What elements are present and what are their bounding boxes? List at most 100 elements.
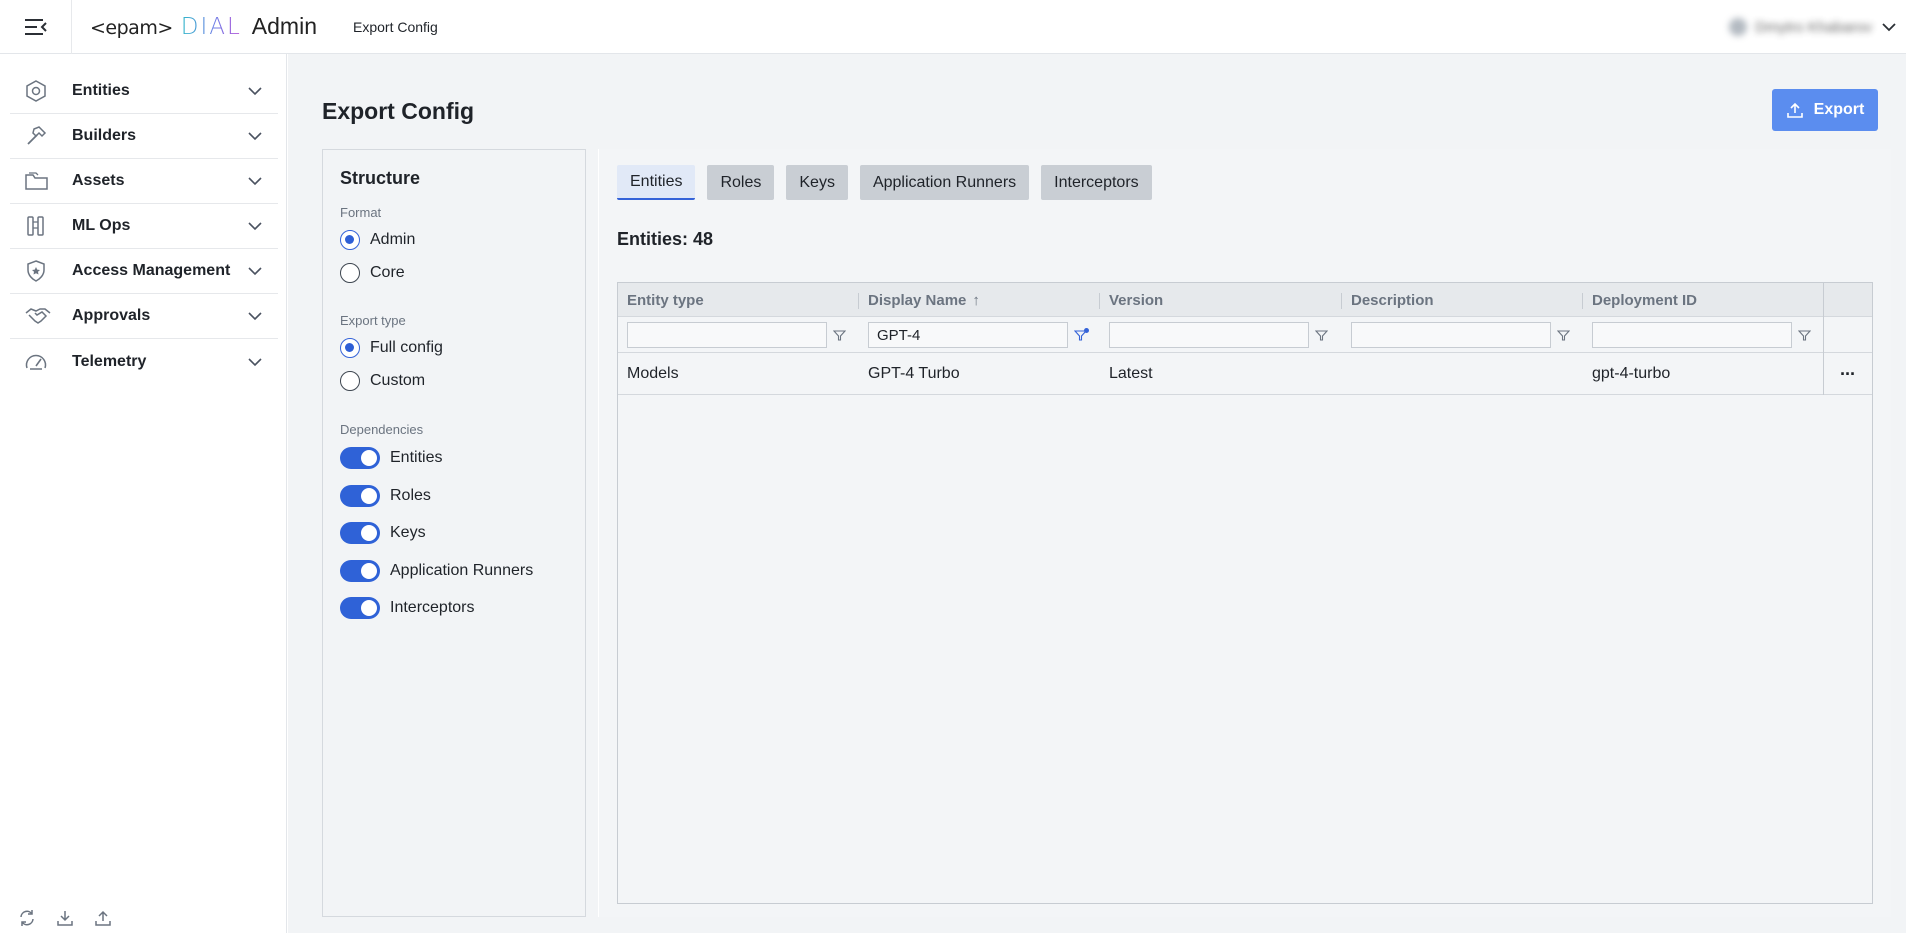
filter-description	[1351, 321, 1570, 349]
tab-application-runners[interactable]: Application Runners	[859, 165, 1030, 200]
export-type-label: Export type	[340, 313, 406, 328]
sidebar-item-label: Entities	[72, 82, 130, 99]
format-radio-admin[interactable]: Admin	[340, 230, 415, 250]
tab-bar: Entities Roles Keys Application Runners …	[617, 165, 1152, 200]
tab-roles[interactable]: Roles	[707, 165, 775, 200]
filter-button[interactable]	[833, 329, 846, 342]
sidebar-item-label: Builders	[72, 127, 137, 144]
cell-description	[1342, 353, 1351, 395]
column-header-deployment-id[interactable]: Deployment ID	[1583, 283, 1823, 317]
sidebar-item-label: Telemetry	[72, 352, 147, 370]
download-button[interactable]	[56, 909, 74, 927]
column-header-entity-type[interactable]: Entity type	[618, 283, 858, 317]
menu-collapse-icon	[24, 18, 47, 35]
chevron-down-icon	[248, 357, 262, 367]
tab-keys[interactable]: Keys	[786, 165, 848, 200]
filter-icon	[1315, 329, 1328, 341]
cell-display-name: GPT-4 Turbo	[868, 365, 960, 382]
logo-admin: Admin	[251, 13, 317, 39]
sidebar-footer	[18, 909, 112, 927]
upload-button[interactable]	[94, 909, 112, 927]
filter-button[interactable]	[1798, 329, 1811, 342]
user-menu-chevron[interactable]	[1882, 22, 1896, 32]
sidebar-item-access-management[interactable]: Access Management	[10, 249, 278, 294]
handshake-icon	[24, 305, 60, 327]
toggle-label: Entities	[390, 449, 443, 466]
chevron-down-icon	[248, 311, 262, 321]
tab-entities[interactable]: Entities	[617, 165, 696, 200]
sidebar-item-telemetry[interactable]: Telemetry	[10, 339, 278, 384]
radio-unchecked[interactable]	[340, 263, 360, 283]
sidebar-item-label: Access Management	[72, 262, 231, 279]
format-radio-core[interactable]: Core	[340, 263, 405, 283]
column-header-description[interactable]: Description	[1342, 283, 1582, 317]
toggle-label: Application Runners	[390, 562, 534, 579]
export-button[interactable]: Export	[1772, 89, 1878, 131]
dependency-toggle-entities[interactable]: Entities	[340, 447, 442, 469]
radio-label: Custom	[370, 372, 426, 389]
filter-button[interactable]	[1557, 329, 1570, 342]
radio-unchecked[interactable]	[340, 371, 360, 391]
refresh-button[interactable]	[18, 909, 36, 927]
menu-collapse-button[interactable]	[0, 0, 72, 54]
sidebar-item-entities[interactable]: Entities	[10, 69, 278, 114]
filter-active-button[interactable]	[1074, 327, 1089, 342]
column-title: Description	[1351, 291, 1434, 309]
app-logo[interactable]: <epam> DIAL Admin	[90, 13, 317, 40]
column-title: Version	[1109, 291, 1164, 309]
filter-deployment-id	[1592, 321, 1811, 349]
dependency-toggle-application-runners[interactable]: Application Runners	[340, 560, 533, 582]
gauge-icon	[24, 351, 60, 373]
toggle-switch[interactable]	[340, 447, 380, 469]
tab-interceptors[interactable]: Interceptors	[1041, 165, 1152, 200]
main-content: Export Config Export Structure Format Ad…	[288, 54, 1906, 933]
toggle-switch[interactable]	[340, 597, 380, 619]
page-title: Export Config	[322, 98, 475, 124]
export-type-radio-full[interactable]: Full config	[340, 338, 443, 358]
export-button-label: Export	[1813, 101, 1865, 118]
shield-icon	[24, 259, 60, 283]
sidebar-item-ml-ops[interactable]: ML Ops	[10, 204, 278, 249]
radio-label: Admin	[370, 231, 416, 248]
toggle-switch[interactable]	[340, 522, 380, 544]
filter-active-dot	[1084, 327, 1089, 333]
dependency-toggle-interceptors[interactable]: Interceptors	[340, 597, 474, 619]
grid-filter-row	[618, 317, 1872, 353]
filter-input[interactable]	[627, 322, 827, 348]
sidebar-item-builders[interactable]: Builders	[10, 114, 278, 159]
filter-input[interactable]	[868, 322, 1068, 348]
user-info: Dmytro Khabarov	[1729, 18, 1872, 36]
hammer-icon	[24, 124, 60, 148]
filter-input[interactable]	[1592, 322, 1792, 348]
column-title: Entity type	[627, 291, 704, 309]
filter-input[interactable]	[1109, 322, 1309, 348]
column-header-version[interactable]: Version	[1100, 283, 1340, 317]
sidebar-item-approvals[interactable]: Approvals	[10, 294, 278, 339]
row-actions-button[interactable]: ···	[1823, 353, 1872, 395]
structure-panel: Structure Format Admin Core Export type …	[322, 149, 586, 917]
filter-input[interactable]	[1351, 322, 1551, 348]
user-name: Dmytro Khabarov	[1755, 18, 1872, 36]
filter-icon	[1557, 329, 1570, 341]
breadcrumb: Export Config	[353, 18, 438, 35]
toggle-label: Keys	[390, 524, 426, 541]
sidebar-item-assets[interactable]: Assets	[10, 159, 278, 204]
export-type-radio-custom[interactable]: Custom	[340, 371, 425, 391]
toggle-switch[interactable]	[340, 560, 380, 582]
dependency-toggle-roles[interactable]: Roles	[340, 485, 431, 507]
user-menu[interactable]: Dmytro Khabarov	[1729, 12, 1896, 42]
format-label: Format	[340, 205, 382, 220]
filter-button[interactable]	[1315, 329, 1328, 342]
logo-epam: <epam>	[90, 17, 173, 39]
sidebar-item-label: Assets	[72, 172, 125, 189]
filter-entity-type	[627, 321, 846, 349]
dependency-toggle-keys[interactable]: Keys	[340, 522, 426, 544]
radio-checked[interactable]	[340, 338, 360, 358]
toggle-switch[interactable]	[340, 485, 380, 507]
column-header-display-name[interactable]: Display Name ↑	[859, 283, 1099, 317]
download-icon	[57, 911, 73, 926]
structure-title: Structure	[340, 168, 421, 188]
chevron-down-icon	[248, 86, 262, 96]
table-row[interactable]: Models GPT-4 Turbo Latest gpt-4-turbo	[618, 353, 1872, 395]
radio-checked[interactable]	[340, 230, 360, 250]
